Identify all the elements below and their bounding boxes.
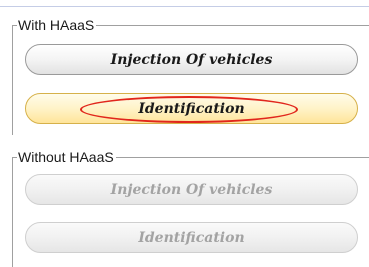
without-injection-label: Injection Of vehicles — [110, 181, 273, 198]
with-identification-label: Identification — [138, 100, 245, 117]
with-injection-button[interactable]: Injection Of vehicles — [25, 44, 358, 75]
without-identification-label: Identification — [138, 229, 245, 246]
with-injection-label: Injection Of vehicles — [110, 51, 273, 68]
without-identification-button[interactable]: Identification — [25, 222, 358, 253]
without-injection-button[interactable]: Injection Of vehicles — [25, 174, 358, 205]
with-haaas-title: With HAaaS — [17, 17, 97, 33]
top-divider — [0, 6, 369, 7]
with-identification-button[interactable]: Identification — [25, 93, 358, 124]
without-haaas-title: Without HAaaS — [17, 149, 116, 165]
